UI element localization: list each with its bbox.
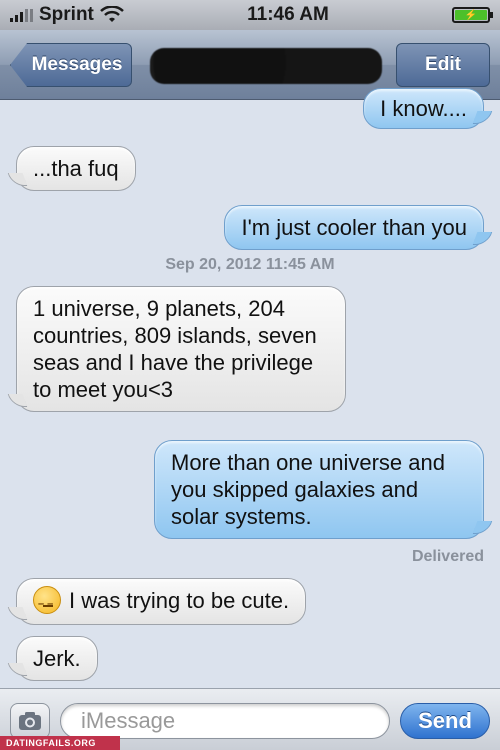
message-bubble-received[interactable]: Jerk. xyxy=(16,636,98,681)
camera-icon xyxy=(19,712,41,730)
message-timestamp: Sep 20, 2012 11:45 AM xyxy=(165,256,335,273)
send-button[interactable]: Send xyxy=(400,703,490,739)
message-bubble-received[interactable]: 1 universe, 9 planets, 204 countries, 80… xyxy=(16,286,346,412)
message-thread[interactable]: I know.... ...tha fuq I'm just cooler th… xyxy=(0,88,500,685)
status-bar: Sprint 11:46 AM ⚡ xyxy=(0,0,500,30)
message-bubble-received[interactable]: ...tha fuq xyxy=(16,146,136,191)
camera-button[interactable] xyxy=(10,703,50,739)
wifi-icon xyxy=(100,6,124,22)
edit-button[interactable]: Edit xyxy=(396,43,490,87)
status-left: Sprint xyxy=(10,4,124,26)
message-bubble-sent[interactable]: More than one universe and you skipped g… xyxy=(154,440,484,539)
back-button[interactable]: Messages xyxy=(10,43,132,87)
message-bubble-received[interactable]: I was trying to be cute. xyxy=(16,578,307,626)
message-bubble-sent[interactable]: I know.... xyxy=(363,88,484,129)
signal-strength-icon xyxy=(10,8,33,22)
carrier-name: Sprint xyxy=(39,4,94,25)
message-bubble-sent[interactable]: I'm just cooler than you xyxy=(224,205,484,250)
delivered-status: Delivered xyxy=(411,548,484,565)
charging-icon: ⚡ xyxy=(455,10,487,21)
watermark: DATINGFAILS.ORG xyxy=(0,736,120,750)
status-time: 11:46 AM xyxy=(247,4,329,25)
redacted-contact-name xyxy=(150,48,382,84)
battery-icon: ⚡ xyxy=(452,7,493,23)
unamused-face-icon xyxy=(33,586,61,618)
message-input[interactable]: iMessage xyxy=(60,703,390,739)
message-text: I was trying to be cute. xyxy=(69,588,290,613)
